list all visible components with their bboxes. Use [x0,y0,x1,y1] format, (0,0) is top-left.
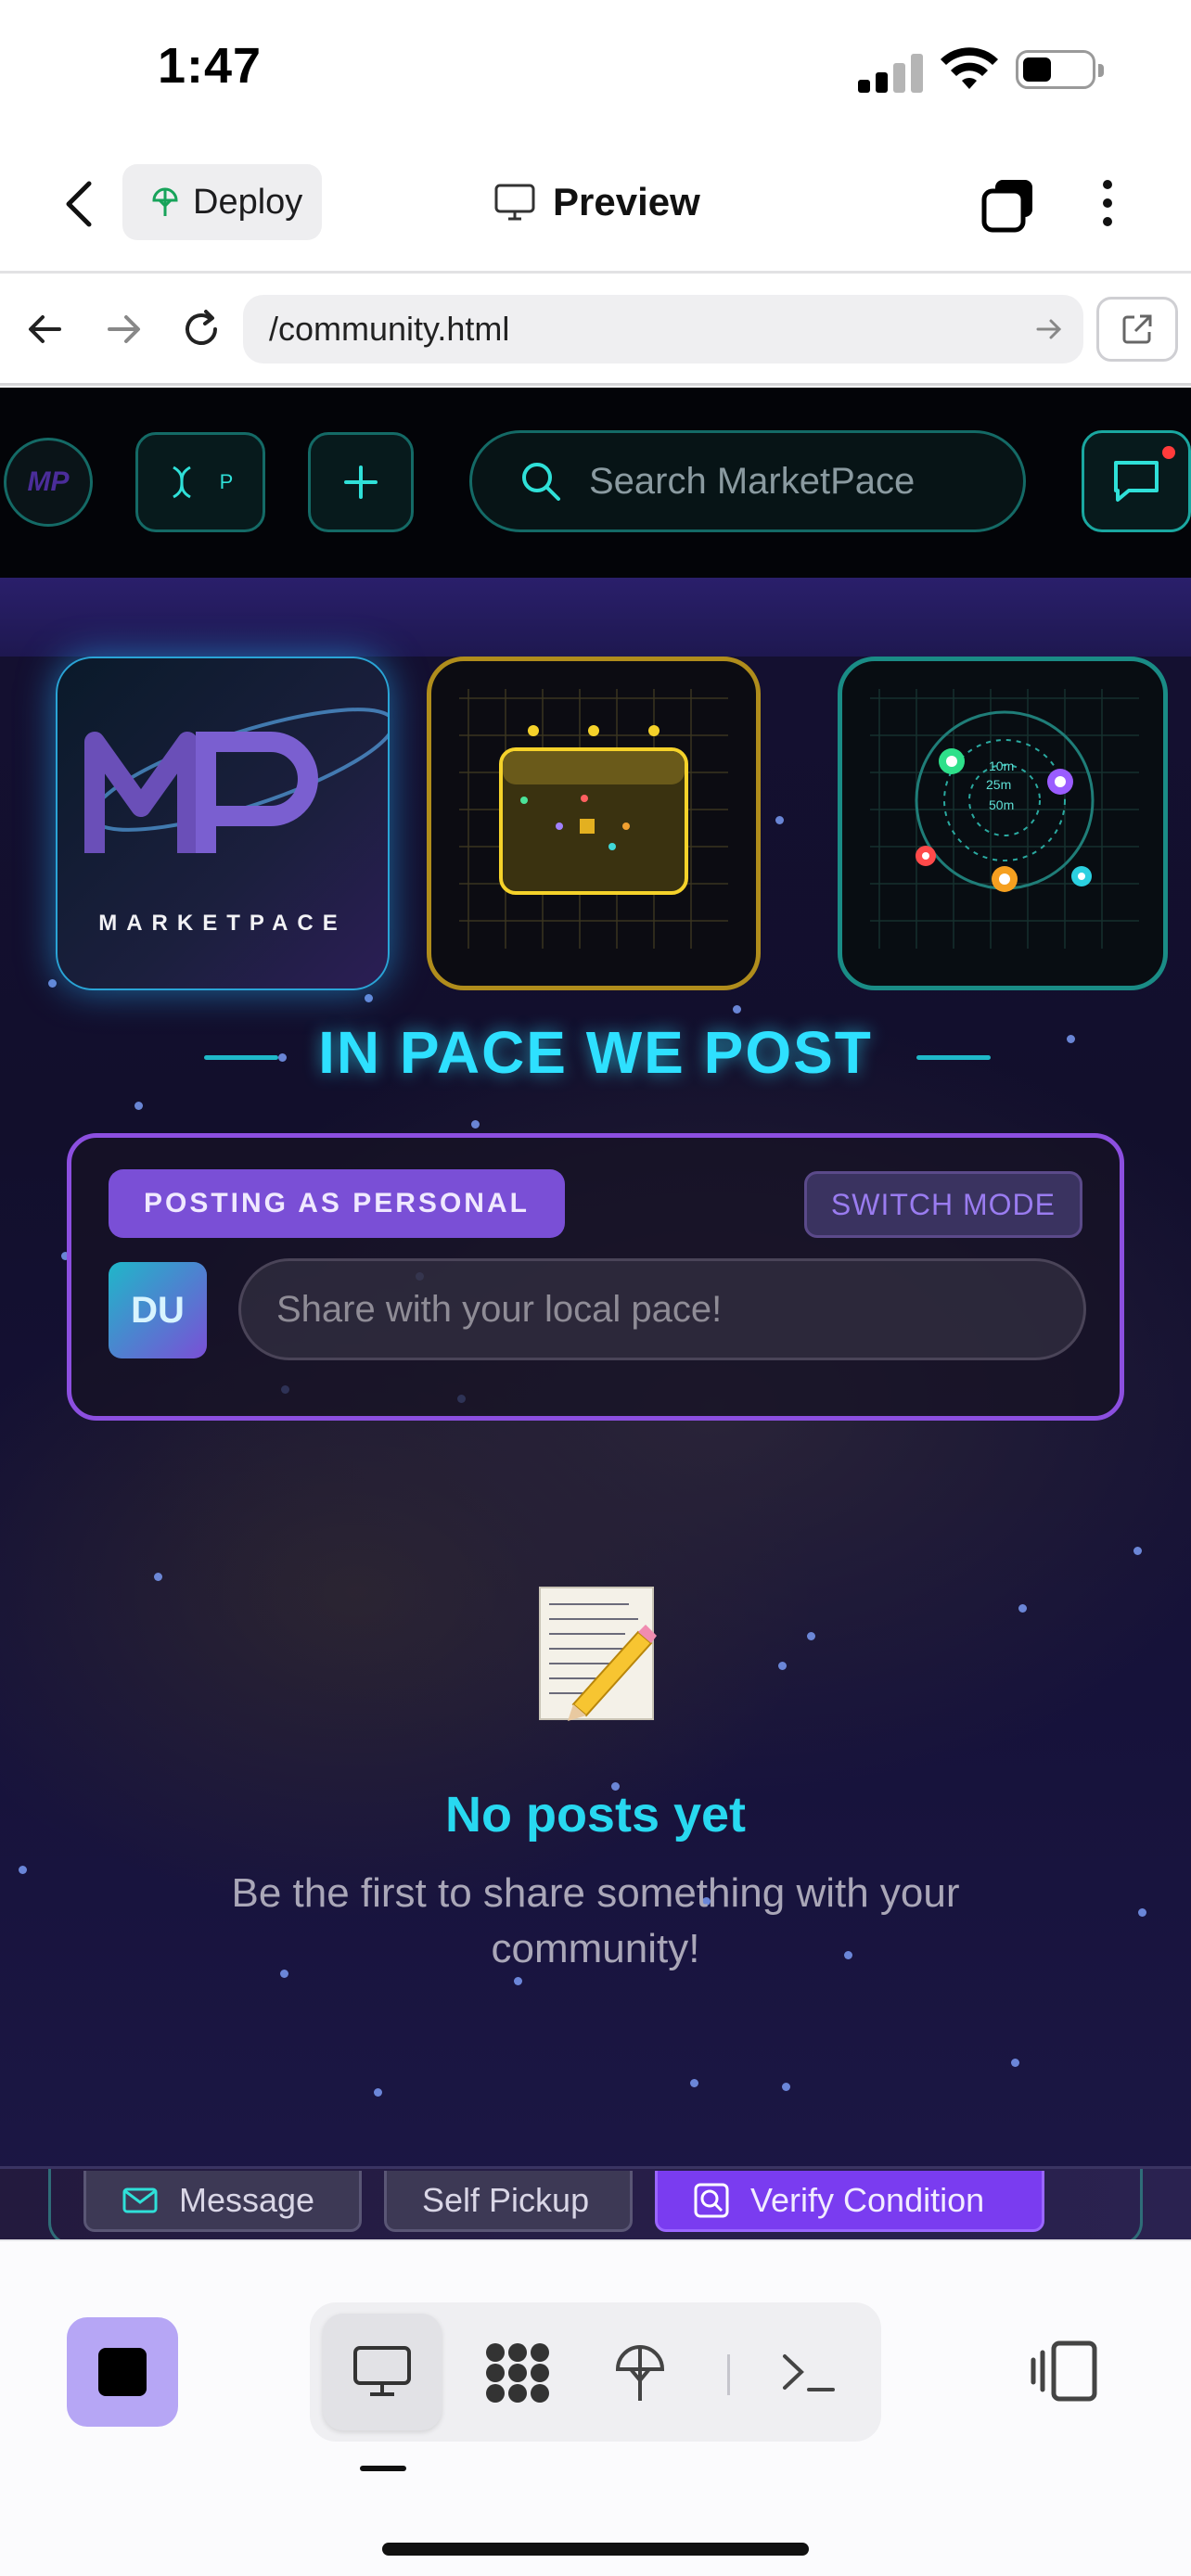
chat-bubble-icon [1114,461,1159,502]
calendar-feature-card[interactable] [427,657,761,990]
deploy-icon [615,2345,665,2401]
search-placeholder: Search MarketPace [589,460,916,502]
headline-rule-left [204,1055,278,1060]
browser-back-icon[interactable] [22,306,69,352]
user-avatar: DU [109,1262,207,1358]
radar-label-50m: 50m [989,797,1014,812]
more-options-icon[interactable] [1095,174,1121,236]
listing-action-bar: Message Self Pickup Verify Condition [0,2166,1191,2239]
radar-feature-card[interactable]: 10m 25m 50m [838,657,1168,990]
add-button[interactable] [308,432,414,532]
deploy-icon [152,187,178,216]
radar-label-25m: 25m [986,777,1011,792]
terminal-tab[interactable] [749,2314,868,2430]
headline-text: IN PACE WE POST [318,1019,873,1086]
chat-button[interactable] [1082,430,1191,532]
web-content: MP P Search MarketPace MARKETPACE 10m 25… [0,388,1191,2239]
browser-forward-icon[interactable] [100,306,147,352]
external-link-icon [1122,314,1152,344]
brand-tile-button[interactable]: P [135,432,265,532]
stop-button[interactable] [67,2317,178,2427]
share-post-input[interactable]: Share with your local pace! [238,1258,1086,1360]
view-switcher [310,2302,881,2442]
page-headline: IN PACE WE POST [0,1018,1191,1087]
site-avatar[interactable]: MP [4,438,93,527]
status-time: 1:47 [158,38,263,94]
go-arrow-icon[interactable] [1033,313,1065,345]
view-switcher-divider [727,2354,730,2395]
envelope-icon [122,2187,158,2213]
monitor-icon [494,184,535,221]
posting-mode-badge: POSTING AS PERSONAL [109,1169,565,1238]
self-pickup-label: Self Pickup [422,2180,590,2219]
tabs-icon[interactable] [980,176,1038,234]
switch-mode-label: SWITCH MODE [830,1187,1056,1221]
inspect-icon [694,2183,729,2217]
marketpace-logo-icon [84,708,388,853]
back-chevron-icon[interactable] [58,176,102,232]
preview-label: Preview [553,180,700,223]
memo-pencil-icon [539,1587,657,1721]
post-composer: POSTING AS PERSONAL SWITCH MODE DU Share… [67,1133,1124,1421]
editor-toolbar [0,2239,1191,2576]
preview-title: Preview [493,174,700,230]
cellular-signal-icon [858,52,923,93]
share-post-placeholder: Share with your local pace! [276,1288,723,1330]
url-input[interactable]: /community.html [243,295,1083,363]
desktop-preview-icon [353,2346,411,2396]
desktop-preview-tab[interactable] [323,2314,442,2430]
brand-tile-letter: P [219,470,234,493]
notification-dot [1162,446,1175,459]
marketpace-logo-card[interactable]: MARKETPACE [56,657,390,990]
status-bar: 1:47 [0,0,1191,139]
hero-band [0,578,1191,657]
empty-state-subtitle: Be the first to share something with you… [231,1870,960,1971]
battery-icon [1016,50,1104,89]
self-pickup-button[interactable]: Self Pickup [384,2171,633,2232]
open-external-button[interactable] [1096,297,1178,362]
radar-label-10m: 10m [989,759,1014,773]
verify-condition-button[interactable]: Verify Condition [655,2171,1044,2232]
stop-icon [98,2348,147,2396]
site-top-nav: MP P Search MarketPace [0,388,1191,578]
switch-mode-button[interactable]: SWITCH MODE [803,1171,1082,1238]
active-tab-indicator [360,2466,406,2471]
deploy-label: Deploy [193,182,303,222]
side-panel-icon[interactable] [1030,2334,1104,2408]
app-header: Deploy Preview [0,139,1191,274]
posting-mode-label: POSTING AS PERSONAL [144,1188,530,1218]
site-search-input[interactable]: Search MarketPace [469,430,1026,532]
apps-tab[interactable] [458,2314,577,2430]
deploy-button[interactable]: Deploy [122,164,322,240]
reload-icon[interactable] [178,306,224,352]
wifi-icon [941,47,998,89]
apps-grid-icon [486,2343,549,2403]
url-bar-row: /community.html [0,276,1191,386]
deploy-tab[interactable] [581,2314,699,2430]
verify-condition-label: Verify Condition [750,2180,985,2219]
calendar-grid-icon [459,689,728,949]
search-icon [522,463,560,501]
message-button[interactable]: Message [83,2171,362,2232]
url-text: /community.html [269,310,510,348]
dna-icon [172,465,191,499]
empty-state-title: No posts yet [444,1787,747,1843]
home-indicator [382,2543,809,2556]
site-avatar-initials: MP [27,466,70,497]
radar-map-icon: 10m 25m 50m [870,689,1139,949]
user-avatar-initials: DU [131,1289,185,1331]
terminal-icon [783,2354,835,2391]
plus-icon [344,465,378,499]
message-label: Message [179,2180,315,2219]
logo-wordmark: MARKETPACE [98,911,347,936]
headline-rule-right [916,1055,991,1060]
